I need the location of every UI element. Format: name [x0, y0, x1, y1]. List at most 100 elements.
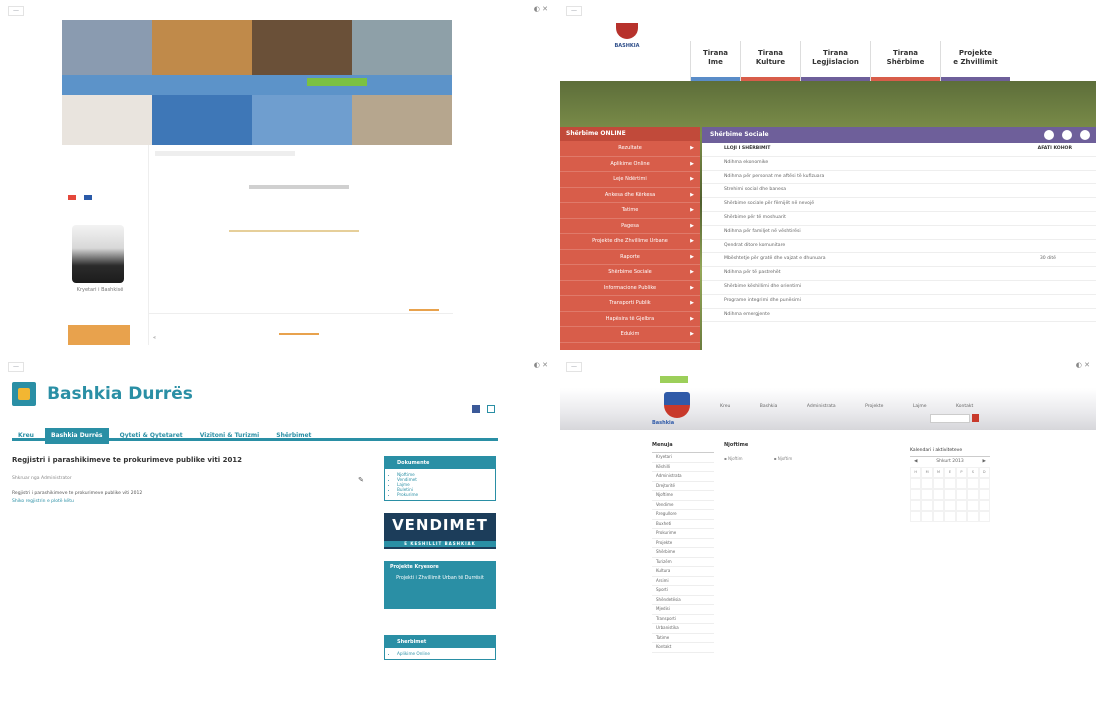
day-cell[interactable]: [921, 478, 933, 489]
header-link[interactable]: Kreu: [720, 404, 730, 409]
day-cell[interactable]: [955, 511, 968, 522]
side-menu-item[interactable]: Rezultate: [560, 141, 700, 157]
article-link[interactable]: Shiko regjistrin e plotë këtu: [12, 499, 372, 504]
tab-4[interactable]: Projekte e Zhvillimit: [940, 41, 1010, 81]
side-menu-item[interactable]: Leje Ndërtimi: [560, 172, 700, 188]
nav-item[interactable]: Kreu: [12, 428, 40, 444]
tab-0[interactable]: Tirana Ime: [690, 41, 740, 81]
day-cell[interactable]: [967, 500, 979, 511]
browser-url-bar[interactable]: — ◐ ✕: [2, 2, 554, 18]
left-menu-item[interactable]: Transporti: [652, 615, 714, 624]
day-cell[interactable]: [921, 500, 933, 511]
day-cell[interactable]: [921, 511, 933, 522]
pagination[interactable]: [279, 333, 319, 335]
search-button[interactable]: [972, 414, 979, 422]
social-icons[interactable]: [472, 398, 496, 417]
day-cell[interactable]: [955, 489, 968, 500]
left-menu-item[interactable]: Tatime: [652, 634, 714, 643]
pagination-prev[interactable]: «: [153, 335, 156, 341]
nav-item[interactable]: Shërbimet: [270, 428, 317, 444]
side-menu-item[interactable]: Raporte: [560, 250, 700, 265]
day-cell[interactable]: [967, 511, 979, 522]
day-cell[interactable]: [978, 500, 990, 511]
day-cell[interactable]: [932, 500, 945, 511]
left-menu-item[interactable]: Administrata: [652, 472, 714, 482]
day-cell[interactable]: [944, 500, 956, 511]
table-row[interactable]: Programe integrimi dhe punësimi: [702, 295, 1096, 309]
browser-controls[interactable]: ◐ ✕: [534, 5, 548, 13]
header-link[interactable]: Administrata: [807, 404, 836, 409]
left-menu-item[interactable]: Njoftime: [652, 491, 714, 501]
table-row[interactable]: Qendrat ditore komunitare: [702, 240, 1096, 254]
side-menu-item[interactable]: Informacione Publike: [560, 281, 700, 296]
table-row[interactable]: Ndihma emergjente: [702, 309, 1096, 323]
side-menu-item[interactable]: Shërbime Sociale: [560, 265, 700, 281]
day-cell[interactable]: [944, 478, 956, 489]
site-logo[interactable]: Bashkia Durrës: [12, 382, 193, 406]
day-cell[interactable]: [910, 489, 922, 500]
nav-item[interactable]: Bashkia Durrës: [45, 428, 109, 444]
day-cell[interactable]: [932, 478, 945, 489]
left-menu-item[interactable]: Turizëm: [652, 558, 714, 567]
city-shield-icon[interactable]: [664, 392, 690, 418]
left-menu-item[interactable]: Rregullore: [652, 510, 714, 520]
side-menu-item[interactable]: Aplikime Online: [560, 157, 700, 172]
left-menu-item[interactable]: Prokurime: [652, 529, 714, 539]
table-row[interactable]: Ndihma për të pastrehët: [702, 267, 1096, 281]
nav-item[interactable]: Vizitoni & Turizmi: [194, 428, 265, 444]
header-link[interactable]: Bashkia: [760, 404, 778, 409]
left-menu-item[interactable]: Urbanistika: [652, 624, 714, 634]
table-row[interactable]: Shërbime sociale për fëmijët në nevojë: [702, 198, 1096, 212]
browser-controls[interactable]: ◐ ✕: [1076, 361, 1090, 369]
language-flags[interactable]: [68, 185, 108, 200]
left-menu-item[interactable]: Shëndetësia: [652, 596, 714, 605]
close-icon[interactable]: [1080, 130, 1090, 140]
left-menu-item[interactable]: Kontakt: [652, 643, 714, 653]
day-cell[interactable]: [932, 489, 945, 500]
left-menu-item[interactable]: Këshilli: [652, 463, 714, 472]
day-cell[interactable]: [967, 478, 979, 489]
side-menu-item[interactable]: Ankesa dhe Kërkesa: [560, 188, 700, 203]
left-menu-item[interactable]: Kryetari: [652, 453, 714, 463]
table-row[interactable]: Ndihma për personat me aftësi të kufizua…: [702, 171, 1096, 185]
vendimet-banner[interactable]: VENDIMET E KESHILLIT BASHKIAK: [384, 513, 496, 549]
table-row[interactable]: Shërbime për të moshuarit: [702, 212, 1096, 226]
list-item[interactable]: Prokurime: [397, 492, 495, 497]
day-cell[interactable]: [921, 489, 933, 500]
side-menu-item[interactable]: Projekte dhe Zhvillime Urbane: [560, 234, 700, 250]
left-menu-item[interactable]: Kultura: [652, 567, 714, 577]
left-menu-item[interactable]: Arsimi: [652, 577, 714, 586]
browser-url-bar[interactable]: — ◐ ✕: [560, 358, 1096, 374]
left-menu-item[interactable]: Buxheti: [652, 520, 714, 529]
browser-url-bar[interactable]: — ◐ ✕: [2, 358, 554, 374]
side-menu-item[interactable]: Edukim: [560, 327, 700, 343]
day-cell[interactable]: [967, 489, 979, 500]
nav-item[interactable]: Qyteti & Qytetaret: [114, 428, 189, 444]
day-cell[interactable]: [910, 478, 922, 489]
print-icon[interactable]: ✎: [358, 476, 364, 484]
list-item[interactable]: Aplikime Online: [397, 651, 495, 656]
table-row[interactable]: Shërbime këshillimi dhe orientimi: [702, 281, 1096, 295]
email-icon[interactable]: [487, 405, 496, 413]
print-icon[interactable]: [1044, 130, 1054, 140]
table-row[interactable]: Ndihma për familjet në vështirësi: [702, 226, 1096, 240]
table-row[interactable]: Ndihma ekonomike: [702, 157, 1096, 171]
table-row[interactable]: Mbështetje për gratë dhe vajzat e dhunua…: [702, 253, 1096, 268]
bookmark-highlight[interactable]: [660, 376, 688, 383]
day-cell[interactable]: [944, 511, 956, 522]
prev-month-icon[interactable]: ◀: [914, 457, 917, 467]
tab-3[interactable]: Tirana Shërbime: [870, 41, 940, 81]
header-link[interactable]: Kontakt: [956, 404, 973, 409]
share-icon[interactable]: [1062, 130, 1072, 140]
day-cell[interactable]: [955, 478, 968, 489]
news-item[interactable]: Njoftim: [728, 456, 742, 461]
ad-banner[interactable]: [68, 325, 130, 345]
tab-1[interactable]: Tirana Kulture: [740, 41, 800, 81]
side-menu-item[interactable]: Tatime: [560, 203, 700, 219]
day-cell[interactable]: [955, 500, 968, 511]
left-menu-item[interactable]: Projekte: [652, 539, 714, 548]
day-cell[interactable]: [932, 511, 945, 522]
day-cell[interactable]: [978, 511, 990, 522]
tab-2[interactable]: Tirana Legjislacion: [800, 41, 870, 81]
header-link[interactable]: Lajme: [913, 404, 927, 409]
